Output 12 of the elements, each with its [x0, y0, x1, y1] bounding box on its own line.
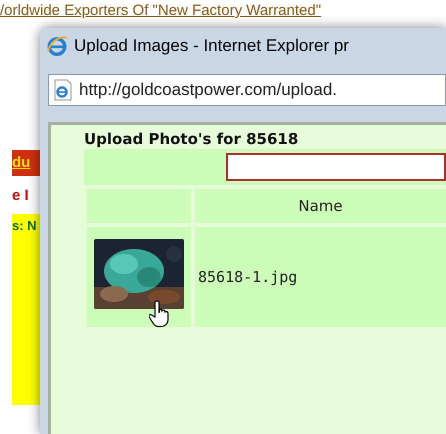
- label-text: s: N: [12, 214, 40, 238]
- page-icon: [53, 79, 73, 101]
- address-bar[interactable]: http://goldcoastpower.com/upload.: [48, 74, 446, 106]
- browser-logo-icon: [46, 35, 68, 57]
- label-text: e I: [12, 186, 30, 206]
- nav-link[interactable]: du: [12, 150, 40, 176]
- file-input[interactable]: [226, 153, 446, 181]
- headline-link[interactable]: /orldwide Exporters Of "New Factory Warranted": [0, 2, 322, 20]
- column-header: Name: [195, 189, 446, 223]
- upload-heading: Upload Photo's for 85618: [84, 129, 300, 149]
- table-cell: 85618-1.jpg: [195, 227, 446, 327]
- window-title: Upload Images - Internet Explorer pr: [74, 35, 349, 58]
